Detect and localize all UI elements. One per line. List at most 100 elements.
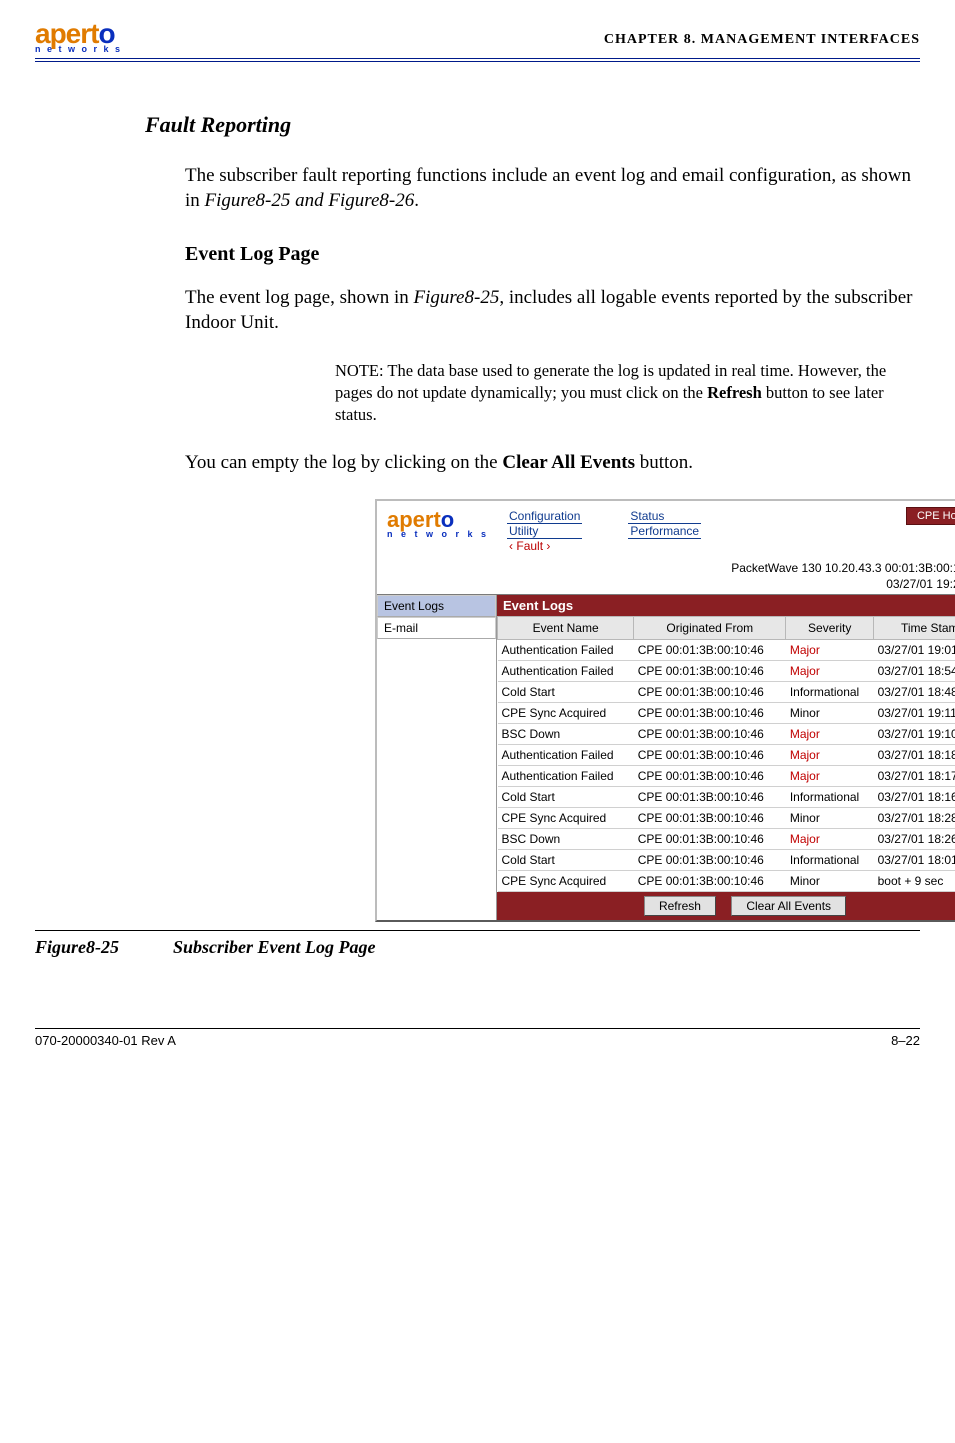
- cell-time-stamp: 03/27/01 19:01:32: [874, 640, 955, 661]
- cell-originated-from: CPE 00:01:3B:00:10:46: [634, 682, 786, 703]
- cell-severity: Major: [786, 829, 874, 850]
- cell-severity: Minor: [786, 703, 874, 724]
- cell-originated-from: CPE 00:01:3B:00:10:46: [634, 661, 786, 682]
- table-row: Authentication FailedCPE 00:01:3B:00:10:…: [498, 661, 955, 682]
- cell-originated-from: CPE 00:01:3B:00:10:46: [634, 871, 786, 892]
- app-header: aperto n e t w o r k s Configuration Uti…: [377, 501, 955, 557]
- cell-originated-from: CPE 00:01:3B:00:10:46: [634, 787, 786, 808]
- cell-severity: Informational: [786, 850, 874, 871]
- table-row: CPE Sync AcquiredCPE 00:01:3B:00:10:46Mi…: [498, 808, 955, 829]
- brand-logo: aperto n e t w o r k s: [35, 18, 122, 54]
- cell-originated-from: CPE 00:01:3B:00:10:46: [634, 745, 786, 766]
- clear-all-events-button[interactable]: Clear All Events: [731, 896, 846, 916]
- cell-event-name: Authentication Failed: [498, 745, 634, 766]
- action-bar: Refresh Clear All Events: [497, 892, 955, 920]
- cell-time-stamp: 03/27/01 18:48:22: [874, 682, 955, 703]
- cell-time-stamp: 03/27/01 19:11:43: [874, 703, 955, 724]
- cell-time-stamp: 03/27/01 18:28:25: [874, 808, 955, 829]
- cell-severity: Major: [786, 661, 874, 682]
- tab-fault[interactable]: Fault: [507, 539, 582, 553]
- table-row: Authentication FailedCPE 00:01:3B:00:10:…: [498, 745, 955, 766]
- col-time-stamp: Time Stamp: [874, 617, 955, 640]
- cell-event-name: Cold Start: [498, 682, 634, 703]
- cell-event-name: BSC Down: [498, 724, 634, 745]
- table-row: Authentication FailedCPE 00:01:3B:00:10:…: [498, 640, 955, 661]
- table-row: Cold StartCPE 00:01:3B:00:10:46Informati…: [498, 850, 955, 871]
- cell-originated-from: CPE 00:01:3B:00:10:46: [634, 808, 786, 829]
- cell-originated-from: CPE 00:01:3B:00:10:46: [634, 724, 786, 745]
- cell-severity: Minor: [786, 808, 874, 829]
- intro-paragraph: The subscriber fault reporting functions…: [185, 164, 920, 213]
- cell-originated-from: CPE 00:01:3B:00:10:46: [634, 766, 786, 787]
- section-heading: Fault Reporting: [145, 112, 920, 138]
- device-ident: PacketWave 130 10.20.43.3 00:01:3B:00:10…: [377, 557, 955, 595]
- ident-line-1: PacketWave 130 10.20.43.3 00:01:3B:00:10…: [377, 561, 955, 577]
- cell-severity: Informational: [786, 682, 874, 703]
- main-panel: Event Logs Event Name Originated From Se…: [497, 595, 955, 920]
- cell-originated-from: CPE 00:01:3B:00:10:46: [634, 640, 786, 661]
- nav-tabs: Configuration Utility Fault Status Perfo…: [507, 509, 701, 553]
- event-log-table: Event Name Originated From Severity Time…: [497, 616, 955, 892]
- subsection-heading: Event Log Page: [185, 243, 920, 266]
- table-row: Authentication FailedCPE 00:01:3B:00:10:…: [498, 766, 955, 787]
- cell-time-stamp: 03/27/01 18:16:59: [874, 787, 955, 808]
- table-row: BSC DownCPE 00:01:3B:00:10:46Major03/27/…: [498, 829, 955, 850]
- cell-severity: Informational: [786, 787, 874, 808]
- table-row: Cold StartCPE 00:01:3B:00:10:46Informati…: [498, 682, 955, 703]
- refresh-button[interactable]: Refresh: [644, 896, 716, 916]
- figure-screenshot: aperto n e t w o r k s Configuration Uti…: [375, 499, 955, 922]
- page-footer: 070-20000340-01 Rev A 8–22: [35, 1028, 920, 1048]
- col-event-name: Event Name: [498, 617, 634, 640]
- cell-severity: Major: [786, 745, 874, 766]
- document-body: Fault Reporting The subscriber fault rep…: [145, 112, 920, 958]
- col-severity: Severity: [786, 617, 874, 640]
- cell-time-stamp: 03/27/01 18:01:33: [874, 850, 955, 871]
- figure-rule: [35, 930, 920, 931]
- cell-time-stamp: 03/27/01 18:54:25: [874, 661, 955, 682]
- cell-severity: Major: [786, 766, 874, 787]
- cell-event-name: CPE Sync Acquired: [498, 703, 634, 724]
- sidebar-item-email[interactable]: E-mail: [377, 617, 496, 639]
- cell-time-stamp: 03/27/01 18:18:02: [874, 745, 955, 766]
- table-row: CPE Sync AcquiredCPE 00:01:3B:00:10:46Mi…: [498, 703, 955, 724]
- cell-time-stamp: 03/27/01 18:26:47: [874, 829, 955, 850]
- cell-severity: Minor: [786, 871, 874, 892]
- cpe-home-button[interactable]: CPE Home: [906, 507, 955, 525]
- cell-originated-from: CPE 00:01:3B:00:10:46: [634, 829, 786, 850]
- tab-utility[interactable]: Utility: [507, 524, 582, 539]
- panel-title: Event Logs: [497, 595, 955, 616]
- cell-event-name: BSC Down: [498, 829, 634, 850]
- table-row: Cold StartCPE 00:01:3B:00:10:46Informati…: [498, 787, 955, 808]
- cell-time-stamp: 03/27/01 18:17:55: [874, 766, 955, 787]
- tab-configuration[interactable]: Configuration: [507, 509, 582, 524]
- cell-event-name: CPE Sync Acquired: [498, 871, 634, 892]
- ident-line-2: 03/27/01 19:23:20: [377, 577, 955, 593]
- app-logo: aperto n e t w o r k s: [387, 507, 489, 539]
- cell-time-stamp: 03/27/01 19:10:06: [874, 724, 955, 745]
- table-row: BSC DownCPE 00:01:3B:00:10:46Major03/27/…: [498, 724, 955, 745]
- cell-event-name: Cold Start: [498, 787, 634, 808]
- cell-event-name: Authentication Failed: [498, 766, 634, 787]
- cell-event-name: Authentication Failed: [498, 640, 634, 661]
- col-originated-from: Originated From: [634, 617, 786, 640]
- tab-status[interactable]: Status: [628, 509, 701, 524]
- table-row: CPE Sync AcquiredCPE 00:01:3B:00:10:46Mi…: [498, 871, 955, 892]
- cell-event-name: CPE Sync Acquired: [498, 808, 634, 829]
- footer-doc-id: 070-20000340-01 Rev A: [35, 1033, 176, 1048]
- chapter-label: CHAPTER 8. MANAGEMENT INTERFACES: [604, 32, 920, 48]
- cell-time-stamp: boot + 9 sec: [874, 871, 955, 892]
- note-paragraph: NOTE: The data base used to generate the…: [335, 360, 920, 427]
- sidebar-item-event-logs[interactable]: Event Logs: [377, 595, 496, 617]
- cell-severity: Major: [786, 640, 874, 661]
- cell-event-name: Cold Start: [498, 850, 634, 871]
- logo-subtext: n e t w o r k s: [35, 44, 122, 54]
- sidebar: Event Logs E-mail: [377, 595, 497, 920]
- eventlog-paragraph: The event log page, shown in Figure8-25,…: [185, 286, 920, 335]
- clear-paragraph: You can empty the log by clicking on the…: [185, 451, 920, 476]
- cell-severity: Major: [786, 724, 874, 745]
- cell-originated-from: CPE 00:01:3B:00:10:46: [634, 850, 786, 871]
- footer-page-number: 8–22: [891, 1033, 920, 1048]
- tab-performance[interactable]: Performance: [628, 524, 701, 539]
- figure-caption: Figure8-25Subscriber Event Log Page: [35, 937, 920, 958]
- cell-event-name: Authentication Failed: [498, 661, 634, 682]
